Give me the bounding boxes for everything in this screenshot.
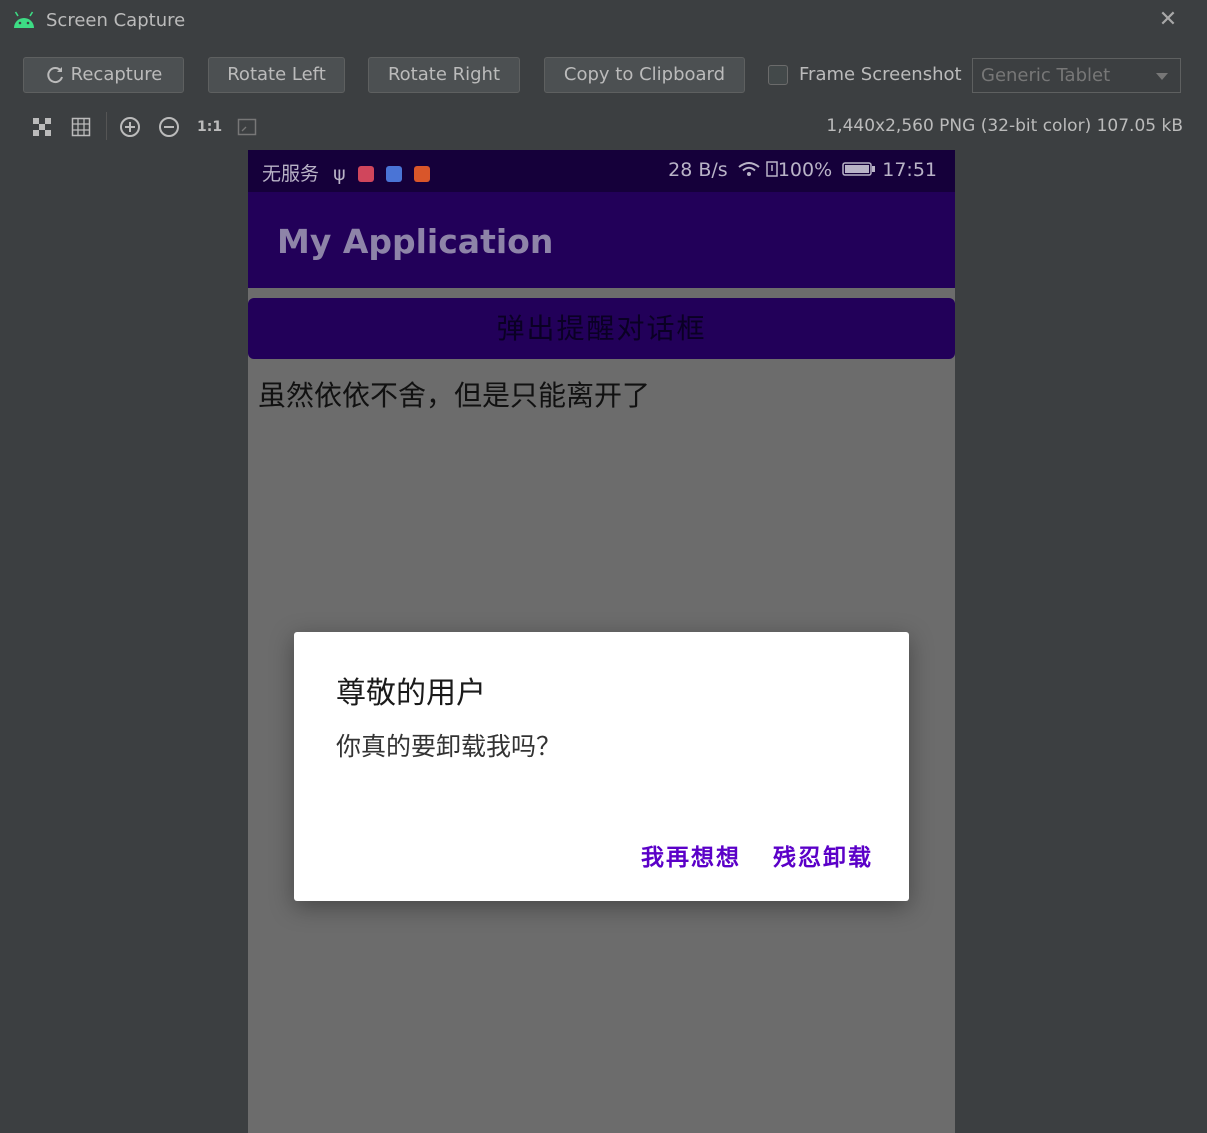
zoom-in-icon[interactable] <box>119 116 141 138</box>
network-speed: 28 B/s <box>668 159 728 181</box>
status-right: 28 B/s 100% 17:51 <box>668 159 937 181</box>
notice-icon <box>766 161 778 177</box>
status-bar: 无服务 ψ 28 B/s 100% 17:51 <box>248 150 955 192</box>
app-notification-icon <box>413 166 430 182</box>
fit-screen-icon[interactable] <box>31 116 53 138</box>
device-select[interactable]: Generic Tablet <box>972 58 1181 93</box>
recapture-label: Recapture <box>70 64 163 85</box>
battery-icon <box>842 162 876 176</box>
show-alert-dialog-button[interactable]: 弹出提醒对话框 <box>248 298 955 359</box>
app-notification-icon <box>385 166 402 182</box>
actual-size-button[interactable]: 1:1 <box>197 116 222 138</box>
alert-dialog: 尊敬的用户 你真的要卸载我吗？ 我再想想 残忍卸载 <box>294 632 909 901</box>
status-left: 无服务 ψ <box>262 159 430 186</box>
grid-icon[interactable] <box>70 116 92 138</box>
app-title: My Application <box>277 222 554 261</box>
dialog-positive-button[interactable]: 残忍卸载 <box>773 838 873 872</box>
screenshot-preview: 无服务 ψ 28 B/s 100% 17:51 My Application 弹… <box>248 150 955 1133</box>
usb-icon: ψ <box>333 163 346 185</box>
fit-window-icon[interactable] <box>236 116 258 138</box>
frame-screenshot-label: Frame Screenshot <box>799 64 962 85</box>
dialog-negative-button[interactable]: 我再想想 <box>641 838 741 872</box>
device-select-value: Generic Tablet <box>981 65 1111 86</box>
toolbar-divider <box>106 112 107 140</box>
refresh-icon <box>47 67 63 84</box>
app-bar: My Application <box>248 192 955 288</box>
app-notification-icon <box>357 166 374 182</box>
clock: 17:51 <box>882 159 937 181</box>
wifi-icon <box>738 162 760 176</box>
frame-screenshot-checkbox[interactable] <box>768 65 788 85</box>
dialog-title: 尊敬的用户 <box>336 676 486 711</box>
android-icon <box>14 11 34 28</box>
dialog-message: 你真的要卸载我吗？ <box>336 732 562 761</box>
copy-to-clipboard-button[interactable]: Copy to Clipboard <box>544 57 745 93</box>
image-info: 1,440x2,560 PNG (32-bit color) 107.05 kB <box>826 116 1183 136</box>
zoom-out-icon[interactable] <box>158 116 180 138</box>
rotate-left-button[interactable]: Rotate Left <box>208 57 345 93</box>
title-bar: Screen Capture ✕ <box>0 0 1207 42</box>
result-text: 虽然依依不舍，但是只能离开了 <box>258 379 651 412</box>
close-icon[interactable]: ✕ <box>1156 8 1180 32</box>
carrier-text: 无服务 <box>262 163 320 185</box>
chevron-down-icon <box>1156 73 1168 80</box>
battery-percent: 100% <box>777 159 833 181</box>
window-title: Screen Capture <box>46 10 186 31</box>
recapture-button[interactable]: Recapture <box>23 57 184 93</box>
rotate-right-button[interactable]: Rotate Right <box>368 57 520 93</box>
